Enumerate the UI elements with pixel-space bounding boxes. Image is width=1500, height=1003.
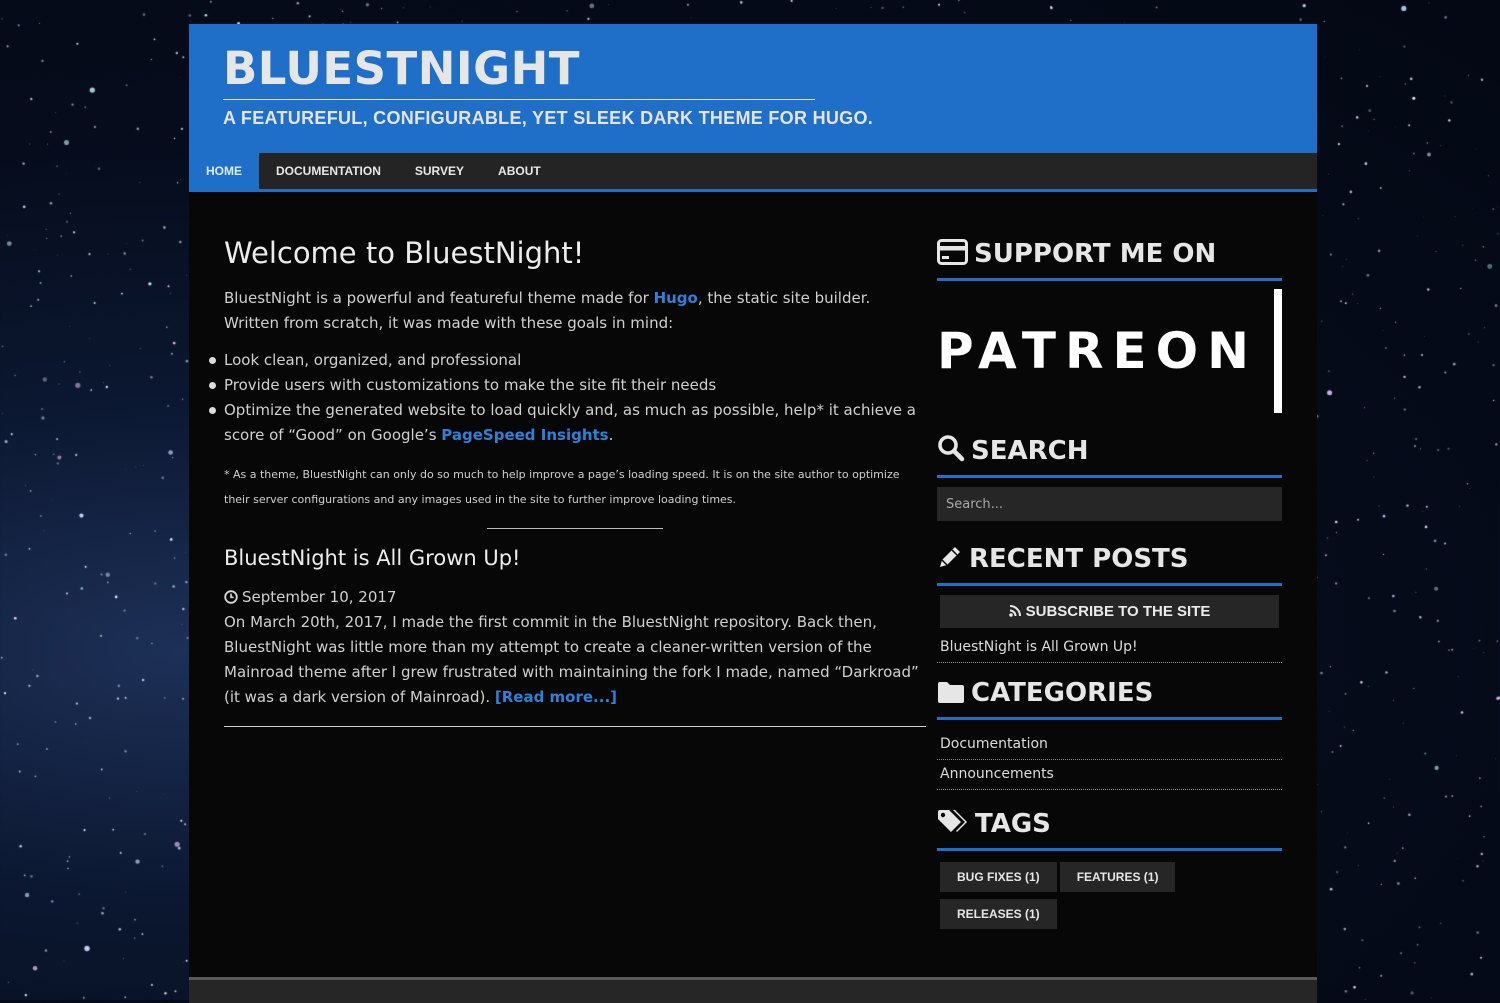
site-title[interactable]: BLUESTNIGHT (223, 42, 580, 96)
patreon-banner[interactable]: PATREON (937, 289, 1282, 413)
category-link-documentation[interactable]: Documentation (937, 730, 1282, 760)
hugo-link[interactable]: Hugo (654, 289, 698, 307)
post-summary: On March 20th, 2017, I made the first co… (224, 610, 926, 710)
main-content: Welcome to BluestNight! BluestNight is a… (209, 236, 926, 727)
nav-item-documentation[interactable]: DOCUMENTATION (259, 153, 398, 189)
recent-posts-title-text: RECENT POSTS (969, 544, 1189, 574)
footer-bar (189, 977, 1317, 1003)
credit-card-icon (937, 239, 968, 265)
search-icon (938, 435, 965, 462)
nav-item-home[interactable]: HOME (189, 153, 259, 189)
recent-posts-widget-title: RECENT POSTS (937, 539, 1282, 586)
folder-icon (938, 682, 964, 703)
pagespeed-link[interactable]: PageSpeed Insights (441, 426, 608, 444)
site-header: BLUESTNIGHT A FEATUREFUL, CONFIGURABLE, … (189, 24, 1317, 153)
goals-list: Look clean, organized, and professional … (209, 348, 926, 448)
clock-icon (224, 590, 238, 604)
search-input[interactable] (937, 487, 1282, 521)
support-title-text: SUPPORT ME ON (974, 239, 1217, 269)
post-divider (224, 726, 926, 727)
site-tagline: A FEATUREFUL, CONFIGURABLE, YET SLEEK DA… (223, 108, 874, 128)
read-more-link[interactable]: [Read more...] (495, 688, 617, 706)
page-container: BLUESTNIGHT A FEATUREFUL, CONFIGURABLE, … (189, 24, 1317, 1003)
rss-icon (1008, 605, 1021, 617)
list-item: Optimize the generated website to load q… (209, 398, 926, 448)
footnote: * As a theme, BluestNight can only do so… (224, 468, 900, 506)
tags-title-text: TAGS (975, 809, 1051, 839)
recent-post-link[interactable]: BluestNight is All Grown Up! (937, 633, 1282, 663)
tag-bug-fixes[interactable]: BUG FIXES (1) (940, 862, 1057, 892)
subscribe-label: SUBSCRIBE TO THE SITE (1025, 603, 1211, 620)
patreon-logo-bar (1274, 289, 1282, 413)
subscribe-button[interactable]: SUBSCRIBE TO THE SITE (940, 595, 1279, 628)
list-item: Provide users with customizations to mak… (209, 373, 926, 398)
intro-text-before: BluestNight is a powerful and featureful… (224, 289, 654, 307)
category-link-announcements[interactable]: Announcements (937, 760, 1282, 790)
post-title-link[interactable]: BluestNight is All Grown Up! (224, 545, 926, 571)
pencil-icon (940, 547, 960, 567)
search-title-text: SEARCH (971, 436, 1089, 466)
tag-features[interactable]: FEATURES (1) (1059, 862, 1176, 892)
intro-paragraph: BluestNight is a powerful and featureful… (224, 286, 926, 336)
tags-widget-title: TAGS (937, 804, 1282, 851)
tag-cloud: BUG FIXES (1) FEATURES (1) RELEASES (1) (937, 862, 1282, 936)
nav-item-about[interactable]: ABOUT (481, 153, 558, 189)
goal3-text-after: . (608, 426, 614, 444)
recent-posts-list: BluestNight is All Grown Up! (937, 633, 1282, 663)
categories-title-text: CATEGORIES (971, 678, 1154, 708)
support-widget-title: SUPPORT ME ON (937, 234, 1282, 281)
categories-widget-title: CATEGORIES (937, 673, 1282, 720)
section-divider (487, 528, 663, 529)
patreon-logo-text: PATREON (937, 322, 1258, 380)
tags-icon (938, 810, 967, 832)
list-item: Look clean, organized, and professional (209, 348, 926, 373)
nav-item-survey[interactable]: SURVEY (398, 153, 481, 189)
post-date-text: September 10, 2017 (242, 588, 397, 606)
tag-releases[interactable]: RELEASES (1) (940, 899, 1057, 929)
title-underline (223, 99, 815, 100)
welcome-title: Welcome to BluestNight! (224, 236, 585, 270)
categories-list: Documentation Announcements (937, 730, 1282, 790)
post-date: September 10, 2017 (224, 585, 926, 610)
sidebar: SUPPORT ME ON PATREON SEARCH RECENT POST… (937, 234, 1282, 936)
main-nav: HOME DOCUMENTATION SURVEY ABOUT (189, 153, 1317, 192)
search-widget-title: SEARCH (937, 431, 1282, 478)
